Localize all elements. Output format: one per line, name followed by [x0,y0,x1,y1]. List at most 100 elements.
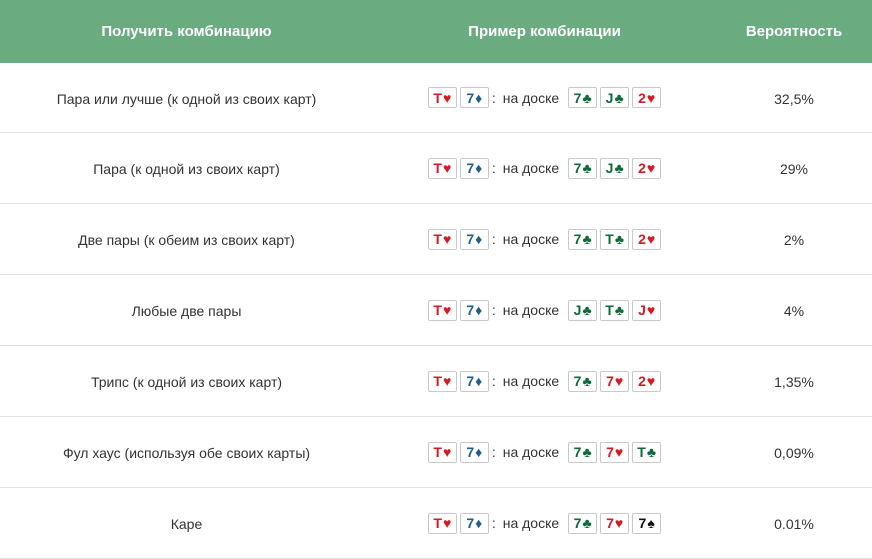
card-rank: T [433,231,442,247]
combo-example: T ♥ 7 ♦: на доске J ♣ T ♣ J ♥ [373,275,716,345]
card-suit-icon: ♦ [475,515,483,531]
playing-card: 7 ♣ [568,228,598,250]
table-row: Трипс (к одной из своих карт) T ♥ 7 ♦: на до… [0,346,872,417]
on-board-label: на доске [502,444,560,460]
card-rank: T [605,302,614,318]
example-cards: T ♥ 7 ♦: на доске 7 ♣ 7 ♥ 7 ♠ [427,512,662,534]
card-suit-icon: ♥ [442,373,452,389]
combo-example: T ♥ 7 ♦: на доске 7 ♣ 7 ♥ 7 ♠ [373,488,716,558]
table-body: Пара или лучше (к одной из своих карт) T… [0,63,872,559]
card-rank: 7 [466,231,475,247]
card-suit-icon: ♣ [614,89,624,106]
combo-name: Пара или лучше (к одной из своих карт) [56,90,317,107]
example-cards: T ♥ 7 ♦: на доске 7 ♣ 7 ♥ 2 ♥ [427,370,662,392]
card-rank: 7 [466,160,475,176]
table-row: Любые две пары T ♥ 7 ♦: на доске J ♣ T ♣ J ♥ 4% [0,275,872,346]
table-row: Две пары (к обеим из своих карт) T ♥ 7 ♦: на… [0,204,872,275]
card-rank: 7 [606,373,614,389]
playing-card: T ♥ [427,512,457,534]
on-board-label: на доске [502,231,560,247]
card-rank: 7 [466,515,475,531]
card-rank: J [605,89,614,106]
card-suit-icon: ♥ [442,444,452,460]
on-board-label: на доске [502,302,560,318]
card-suit-icon: ♣ [614,302,625,318]
probability-value: 0.01% [774,516,814,532]
separator-colon: : [491,515,496,531]
card-rank: 7 [606,515,614,531]
card-suit-icon: ♥ [442,231,452,247]
card-suit-icon: ♣ [582,89,592,106]
card-rank: 7 [466,373,475,389]
card-suit-icon: ♣ [614,160,624,176]
playing-card: J ♣ [568,299,598,321]
separator-colon: : [491,231,496,247]
on-board-label: на доске [502,515,560,531]
card-rank: 2 [638,160,646,176]
card-rank: 2 [638,373,646,389]
separator-colon: : [491,444,496,460]
playing-card: T ♥ [427,370,457,392]
card-rank: 7 [573,444,582,460]
card-rank: J [573,302,582,318]
header-example: Пример комбинации [468,23,621,40]
separator-colon: : [491,160,496,176]
playing-card: T ♣ [600,228,630,250]
combo-name: Трипс (к одной из своих карт) [90,374,283,390]
playing-card: 7 ♣ [568,87,598,108]
card-rank: 7 [573,160,582,176]
card-suit-icon: ♦ [475,89,483,106]
playing-card: 7 ♦ [459,299,489,321]
playing-card: 7 ♦ [459,370,489,392]
combo-example: T ♥ 7 ♦: на доске 7 ♣ J ♣ 2 ♥ [373,133,716,203]
card-suit-icon: ♣ [582,231,592,247]
table-header: Получить комбинацию Пример комбинации Ве… [0,0,872,63]
card-rank: T [433,373,442,389]
card-suit-icon: ♣ [582,373,592,389]
separator-colon: : [491,89,496,106]
on-board-label: на доске [502,160,560,176]
card-suit-icon: ♣ [646,444,657,460]
probability-table: Получить комбинацию Пример комбинации Ве… [0,0,872,559]
card-suit-icon: ♥ [442,160,452,176]
probability-value: 0,09% [774,445,814,461]
playing-card: 7 ♣ [568,512,598,534]
playing-card: 7 ♥ [600,512,630,534]
card-rank: T [433,302,442,318]
combo-name: Любые две пары [131,303,242,319]
playing-card: 7 ♣ [568,370,598,392]
table-row: Каре T ♥ 7 ♦: на доске 7 ♣ 7 ♥ 7 ♠ 0.01% [0,488,872,559]
probability-value: 2% [783,232,805,248]
card-suit-icon: ♥ [442,515,452,531]
card-suit-icon: ♥ [614,444,624,460]
card-suit-icon: ♠ [647,515,655,531]
combo-name: Две пары (к обеим из своих карт) [78,232,295,248]
card-suit-icon: ♣ [582,160,592,176]
playing-card: 7 ♦ [459,441,489,463]
card-rank: 7 [573,515,582,531]
card-rank: T [433,160,442,176]
card-rank: T [433,444,442,460]
playing-card: T ♥ [427,299,457,321]
playing-card: 2 ♥ [632,87,662,108]
playing-card: 7 ♦ [459,157,489,179]
playing-card: J ♣ [600,157,630,179]
combo-name: Фул хаус (используя обе своих карты) [62,445,311,461]
playing-card: 7 ♦ [459,87,489,108]
card-rank: T [605,231,614,247]
card-rank: 7 [573,231,582,247]
combo-example: T ♥ 7 ♦: на доске 7 ♣ 7 ♥ 2 ♥ [373,346,716,416]
playing-card: 7 ♣ [568,441,598,463]
probability-value: 29% [779,161,809,177]
card-rank: 7 [606,444,614,460]
playing-card: 2 ♥ [632,228,662,250]
on-board-label: на доске [502,89,560,106]
card-rank: 7 [466,302,475,318]
card-suit-icon: ♥ [614,373,624,389]
card-rank: 7 [638,515,647,531]
playing-card: T ♥ [427,441,457,463]
card-suit-icon: ♣ [582,302,592,318]
playing-card: 7 ♣ [568,157,598,179]
playing-card: T ♣ [600,299,630,321]
card-suit-icon: ♥ [646,302,656,318]
